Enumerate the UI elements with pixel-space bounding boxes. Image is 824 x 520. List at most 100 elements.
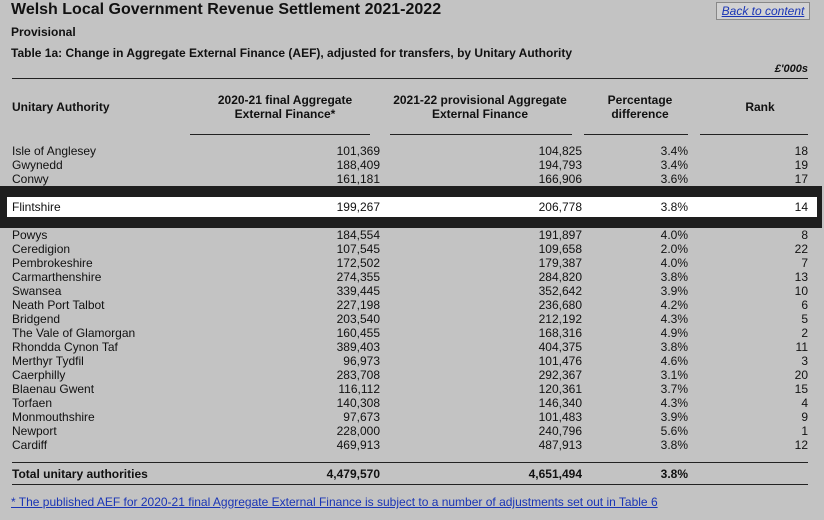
cell-aef-2021: 389,403: [336, 340, 380, 354]
cell-aef-2122: 120,361: [538, 382, 582, 396]
cell-rank: 2: [801, 326, 808, 340]
cell-pct: 3.8%: [660, 270, 688, 284]
cell-pct: 4.3%: [660, 396, 688, 410]
col-header-aef-2021: 2020-21 final Aggregate External Finance…: [217, 93, 353, 121]
cell-aef-2021: 228,000: [336, 424, 380, 438]
cell-aef-2021: 188,409: [336, 158, 380, 172]
cell-aef-2122: 104,825: [538, 144, 582, 158]
cell-pct: 5.6%: [660, 424, 688, 438]
cell-pct: 3.8%: [660, 340, 688, 354]
cell-authority: Conwy: [12, 172, 49, 186]
col-rule-aef-2021: [190, 134, 370, 135]
back-to-content-link[interactable]: Back to content: [716, 2, 810, 20]
cell-authority: Carmarthenshire: [12, 270, 102, 284]
cell-aef-2122: 292,367: [538, 368, 582, 382]
cell-pct: 3.4%: [660, 158, 688, 172]
table-row: Carmarthenshire 274,355 284,820 3.8% 13: [12, 270, 808, 284]
table-row: Monmouthshire 97,673 101,483 3.9% 9: [12, 410, 808, 424]
col-header-aef-2122: 2021-22 provisional Aggregate External F…: [393, 93, 567, 121]
cell-authority: Rhondda Cynon Taf: [12, 340, 118, 354]
cell-pct: 2.0%: [660, 242, 688, 256]
cell-rank: 17: [794, 172, 808, 186]
cell-rank: 8: [801, 228, 808, 242]
cell-rank: 6: [801, 298, 808, 312]
cell-pct: 4.6%: [660, 354, 688, 368]
cell-pct: 4.0%: [660, 256, 688, 270]
cell-aef-2122: 194,793: [538, 158, 582, 172]
table-row: Torfaen 140,308 146,340 4.3% 4: [12, 396, 808, 410]
cell-authority: Caerphilly: [12, 368, 66, 382]
cell-rank: 5: [801, 312, 808, 326]
cell-rank: 12: [794, 438, 808, 452]
cell-aef-2122: 284,820: [538, 270, 582, 284]
col-header-pct: Percentage difference: [607, 93, 673, 121]
cell-rank: 9: [801, 410, 808, 424]
cell-aef-2021: 172,502: [336, 256, 380, 270]
table-row: Gwynedd 188,409 194,793 3.4% 19: [12, 158, 808, 172]
table-row: Cardiff 469,913 487,913 3.8% 12: [12, 438, 808, 452]
cell-authority: Bridgend: [12, 312, 61, 326]
cell-rank: 4: [801, 396, 808, 410]
total-pct: 3.8%: [660, 467, 688, 481]
cell-aef-2122: 101,476: [538, 354, 582, 368]
cell-aef-2021: 283,708: [336, 368, 380, 382]
cell-aef-2021: 96,973: [343, 354, 380, 368]
cell-aef-2021: 274,355: [336, 270, 380, 284]
table-row: Merthyr Tydfil 96,973 101,476 4.6% 3: [12, 354, 808, 368]
cell-authority: Swansea: [12, 284, 62, 298]
col-rule-pct: [584, 134, 688, 135]
cell-rank: 1: [801, 424, 808, 438]
cell-pct: 3.8%: [660, 200, 688, 214]
cell-rank: 10: [794, 284, 808, 298]
col-header-rank: Rank: [745, 100, 775, 114]
cell-aef-2122: 191,897: [538, 228, 582, 242]
cell-pct: 3.8%: [660, 438, 688, 452]
table-row: Swansea 339,445 352,642 3.9% 10: [12, 284, 808, 298]
col-header-authority: Unitary Authority: [12, 100, 110, 114]
cell-authority: Ceredigion: [12, 242, 71, 256]
cell-aef-2122: 352,642: [538, 284, 582, 298]
table-row: The Vale of Glamorgan 160,455 168,316 4.9% 2: [12, 326, 808, 340]
cell-aef-2122: 240,796: [538, 424, 582, 438]
cell-aef-2122: 206,778: [538, 200, 582, 214]
cell-rank: 13: [794, 270, 808, 284]
total-bottom-rule: [12, 484, 808, 485]
cell-aef-2021: 199,267: [336, 200, 380, 214]
cell-authority: Gwynedd: [12, 158, 63, 172]
table-row: Isle of Anglesey 101,369 104,825 3.4% 18: [12, 144, 808, 158]
cell-rank: 15: [794, 382, 808, 396]
cell-aef-2122: 212,192: [538, 312, 582, 326]
cell-aef-2021: 140,308: [336, 396, 380, 410]
page-title: Welsh Local Government Revenue Settlemen…: [11, 1, 442, 18]
table-row: Conwy 161,181 166,906 3.6% 17: [12, 172, 808, 186]
cell-authority: Isle of Anglesey: [12, 144, 97, 158]
table-row: Caerphilly 283,708 292,367 3.1% 20: [12, 368, 808, 382]
cell-authority: Flintshire: [12, 200, 61, 214]
cell-pct: 3.1%: [660, 368, 688, 382]
cell-authority: Cardiff: [12, 438, 48, 452]
cell-rank: 20: [794, 368, 808, 382]
cell-aef-2122: 109,658: [538, 242, 582, 256]
cell-aef-2122: 146,340: [538, 396, 582, 410]
table-row: Blaenau Gwent 116,112 120,361 3.7% 15: [12, 382, 808, 396]
footnote-link[interactable]: * The published AEF for 2020-21 final Ag…: [11, 495, 658, 509]
cell-aef-2021: 184,554: [336, 228, 380, 242]
total-aef-2122: 4,651,494: [528, 467, 582, 481]
col-rule-rank: [700, 134, 808, 135]
cell-pct: 4.3%: [660, 312, 688, 326]
cell-aef-2122: 166,906: [538, 172, 582, 186]
cell-aef-2021: 469,913: [336, 438, 380, 452]
cell-pct: 3.9%: [660, 410, 688, 424]
cell-pct: 3.6%: [660, 172, 688, 186]
units-label: £'000s: [774, 63, 808, 75]
cell-rank: 11: [795, 340, 808, 354]
cell-pct: 4.9%: [660, 326, 688, 340]
cell-aef-2122: 101,483: [538, 410, 582, 424]
cell-aef-2021: 339,445: [336, 284, 380, 298]
cell-rank: 22: [794, 242, 808, 256]
cell-aef-2122: 168,316: [538, 326, 582, 340]
table-row: Bridgend 203,540 212,192 4.3% 5: [12, 312, 808, 326]
cell-aef-2021: 203,540: [336, 312, 380, 326]
cell-pct: 4.2%: [660, 298, 688, 312]
cell-aef-2122: 179,387: [538, 256, 582, 270]
